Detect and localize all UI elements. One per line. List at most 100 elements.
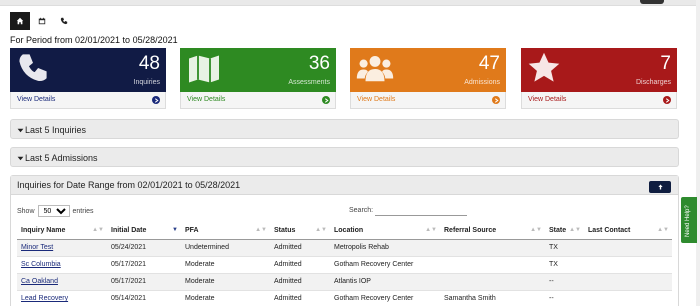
column-header-inquiry-name[interactable]: Inquiry Name ▲▼ <box>17 223 107 240</box>
cell-pfa: Undetermined <box>181 239 270 257</box>
cell-state: -- <box>545 290 584 306</box>
sort-icon: ▲▼ <box>315 227 327 233</box>
last-5-inquiries-toggle[interactable]: Last 5 Inquiries <box>10 119 679 139</box>
view-details-link[interactable]: View Details <box>17 96 55 103</box>
need-help-tab[interactable]: Need Help? <box>681 197 697 243</box>
home-tab[interactable] <box>10 12 30 30</box>
cell-location: Gotham Recovery Center <box>330 290 440 306</box>
last-5-admissions-toggle[interactable]: Last 5 Admissions <box>10 147 679 167</box>
cell-referral-source <box>440 273 545 291</box>
arrow-right-icon[interactable] <box>492 96 500 104</box>
cell-pfa: Moderate <box>181 290 270 306</box>
arrow-right-icon[interactable] <box>663 96 671 104</box>
discharges-footer[interactable]: View Details <box>521 92 677 109</box>
inquiries-table-header: Inquiries for Date Range from 02/01/2021… <box>11 176 678 195</box>
inquiries-footer[interactable]: View Details <box>10 92 166 109</box>
cell-status: Admitted <box>270 290 330 306</box>
inquiry-link[interactable]: Sc Columbia <box>21 261 61 268</box>
column-header-location[interactable]: Location ▲▼ <box>330 223 440 240</box>
table-row: Lead Recovery 05/14/2021 Moderate Admitt… <box>17 290 672 306</box>
arrow-up-icon <box>657 184 663 190</box>
assessments-panel: 36 Assessments <box>180 48 336 92</box>
inquiries-card: 48 Inquiries View Details <box>10 48 166 109</box>
assessments-footer[interactable]: View Details <box>180 92 336 109</box>
column-header-state[interactable]: State ▲▼ <box>545 223 584 240</box>
sort-desc-icon: ▼ <box>172 227 178 233</box>
inquiry-link[interactable]: Lead Recovery <box>21 295 68 302</box>
cell-referral-source <box>440 239 545 257</box>
cell-initial-date: 05/17/2021 <box>107 256 181 274</box>
cell-referral-source: Samantha Smith <box>440 290 545 306</box>
admissions-footer[interactable]: View Details <box>350 92 506 109</box>
view-details-link[interactable]: View Details <box>357 96 395 103</box>
cell-location: Gotham Recovery Center <box>330 256 440 274</box>
cell-last-contact <box>584 256 672 274</box>
cell-pfa: Moderate <box>181 273 270 291</box>
show-label: Show <box>17 207 35 215</box>
cell-inquiry-name: Sc Columbia <box>17 256 107 274</box>
view-details-link[interactable]: View Details <box>187 96 225 103</box>
table-row: Ca Oakland 05/17/2021 Moderate Admitted … <box>17 273 672 291</box>
column-header-pfa[interactable]: PFA ▲▼ <box>181 223 270 240</box>
entries-select[interactable]: 50 <box>37 205 70 217</box>
inquiries-table-panel: Inquiries for Date Range from 02/01/2021… <box>10 175 679 306</box>
last-5-admissions-title: Last 5 Admissions <box>17 153 98 163</box>
page-length-control: Show 50 entries <box>17 205 94 217</box>
cell-pfa: Moderate <box>181 256 270 274</box>
column-header-referral-source[interactable]: Referral Source ▲▼ <box>440 223 545 240</box>
inquiry-link[interactable]: Ca Oakland <box>21 278 58 285</box>
sort-icon: ▲▼ <box>255 227 267 233</box>
column-header-status[interactable]: Status ▲▼ <box>270 223 330 240</box>
cell-location: Atlantis IOP <box>330 273 440 291</box>
column-header-initial-date[interactable]: Initial Date ▼ <box>107 223 181 240</box>
last-5-inquiries-label: Last 5 Inquiries <box>25 125 87 135</box>
discharges-count: 7 <box>660 53 671 74</box>
inquiry-link[interactable]: Minor Test <box>21 244 53 251</box>
home-icon <box>16 17 24 25</box>
admissions-label: Admissions <box>464 79 500 86</box>
cell-referral-source <box>440 256 545 274</box>
search-input[interactable] <box>375 205 468 216</box>
phone-tab[interactable] <box>54 12 74 30</box>
phone-icon <box>19 54 47 82</box>
view-tabs <box>10 12 76 30</box>
top-strip <box>0 0 700 6</box>
cell-initial-date: 05/14/2021 <box>107 290 181 306</box>
discharges-label: Discharges <box>635 79 671 86</box>
admissions-card: 47 Admissions View Details <box>350 48 506 109</box>
assessments-card: 36 Assessments View Details <box>180 48 336 109</box>
view-details-link[interactable]: View Details <box>528 96 566 103</box>
cell-status: Admitted <box>270 239 330 257</box>
inquiries-panel: 48 Inquiries <box>10 48 166 92</box>
cell-last-contact <box>584 290 672 306</box>
calendar-tab[interactable] <box>32 12 52 30</box>
entries-label: entries <box>72 207 94 215</box>
map-icon <box>189 55 219 83</box>
users-icon <box>356 55 394 82</box>
last-5-inquiries-title: Last 5 Inquiries <box>17 125 86 135</box>
cell-last-contact <box>584 273 672 291</box>
inquiries-table-title: Inquiries for Date Range from 02/01/2021… <box>17 180 241 190</box>
cell-state: TX <box>545 256 584 274</box>
column-header-last-contact[interactable]: Last Contact ▲▼ <box>584 223 672 240</box>
caret-down-icon <box>17 156 24 160</box>
star-icon <box>528 52 560 82</box>
cell-inquiry-name: Lead Recovery <box>17 290 107 306</box>
inquiries-count: 48 <box>138 53 160 74</box>
arrow-right-icon[interactable] <box>152 96 160 104</box>
inquiries-label: Inquiries <box>133 79 160 86</box>
search-label: Search: <box>349 207 374 214</box>
admissions-count: 47 <box>478 53 500 74</box>
cell-last-contact <box>584 239 672 257</box>
page-scrollbar[interactable] <box>696 0 700 306</box>
cell-inquiry-name: Ca Oakland <box>17 273 107 291</box>
cell-initial-date: 05/24/2021 <box>107 239 181 257</box>
arrow-right-icon[interactable] <box>322 96 330 104</box>
table-row: Minor Test 05/24/2021 Undetermined Admit… <box>17 239 672 257</box>
scroll-top-button[interactable] <box>649 181 671 193</box>
table-header-row: Inquiry Name ▲▼ Initial Date ▼ PFA ▲▼ Statu… <box>17 223 672 240</box>
admissions-panel: 47 Admissions <box>350 48 506 92</box>
cell-state: -- <box>545 273 584 291</box>
period-heading: For Period from 02/01/2021 to 05/28/2021 <box>10 35 178 45</box>
caret-down-icon <box>17 128 24 132</box>
